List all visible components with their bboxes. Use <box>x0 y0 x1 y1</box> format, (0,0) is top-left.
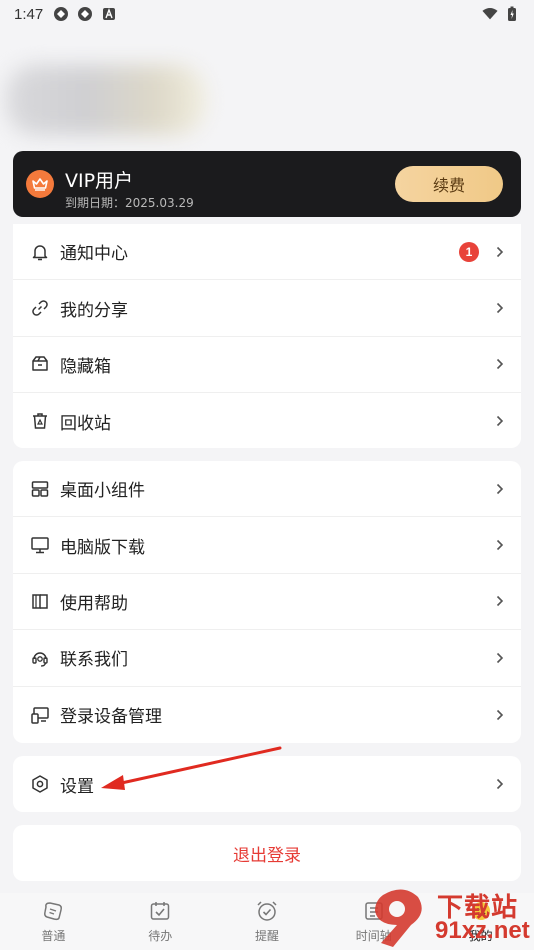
menu-label: 设置 <box>60 776 94 797</box>
watermark-text-bottom: 91xz.net <box>435 917 530 944</box>
menu-item-help[interactable]: 使用帮助 <box>13 574 521 631</box>
menu-item-contact-us[interactable]: 联系我们 <box>13 630 521 687</box>
menu-group-1: 通知中心 1 我的分享 隐藏箱 回收站 <box>13 224 521 448</box>
vip-card[interactable]: VIP用户 到期日期：2025.03.29 续费 <box>13 151 521 217</box>
menu-item-my-shares[interactable]: 我的分享 <box>13 280 521 337</box>
chevron-right-icon <box>495 482 505 496</box>
avatar-blurred <box>6 65 206 135</box>
menu-label: 登录设备管理 <box>60 707 162 728</box>
bell-icon <box>30 242 50 262</box>
logout-card[interactable]: 退出登录 <box>13 825 521 881</box>
recycle-bin-icon <box>30 411 50 431</box>
unread-count-badge: 1 <box>459 241 479 262</box>
note-icon <box>41 899 65 923</box>
status-time: 1:47 <box>14 5 44 23</box>
renew-button[interactable]: 续费 <box>395 166 503 202</box>
monitor-icon <box>30 535 50 555</box>
link-icon <box>30 298 50 318</box>
chevron-right-icon <box>495 594 505 608</box>
menu-item-recycle-bin[interactable]: 回收站 <box>13 393 521 448</box>
chevron-right-icon <box>495 708 505 722</box>
menu-label: 我的分享 <box>60 300 128 321</box>
chevron-right-icon <box>495 538 505 552</box>
menu-label: 联系我们 <box>60 650 128 671</box>
annotation-arrow <box>101 746 282 790</box>
menu-item-notification-center[interactable]: 通知中心 1 <box>13 224 521 281</box>
nav-label: 待办 <box>148 929 173 943</box>
chevron-right-icon <box>495 651 505 665</box>
vip-title: VIP用户 <box>65 170 134 192</box>
menu-label: 电脑版下载 <box>60 537 145 558</box>
box-icon <box>30 354 50 374</box>
hexagon-gear-icon <box>30 774 50 794</box>
vip-expire-date: 到期日期：2025.03.29 <box>65 196 194 210</box>
nav-label: 普通 <box>41 929 66 943</box>
menu-item-desktop-widget[interactable]: 桌面小组件 <box>13 461 521 518</box>
chevron-right-icon <box>495 245 505 259</box>
logout-button[interactable]: 退出登录 <box>233 841 301 866</box>
watermark-logo <box>375 889 422 947</box>
profile-header-blurred[interactable] <box>6 55 216 145</box>
device-icon <box>30 705 50 725</box>
book-icon <box>30 591 50 611</box>
menu-item-device-management[interactable]: 登录设备管理 <box>13 687 521 743</box>
app-notification-icon-2 <box>77 6 93 22</box>
menu-label: 桌面小组件 <box>60 481 145 502</box>
calendar-check-icon <box>148 899 172 923</box>
menu-item-hidden-box[interactable]: 隐藏箱 <box>13 337 521 394</box>
chevron-right-icon <box>495 357 505 371</box>
keyboard-a-icon <box>101 6 117 22</box>
menu-label: 使用帮助 <box>60 593 128 614</box>
menu-label: 通知中心 <box>60 244 128 265</box>
chevron-right-icon <box>495 414 505 428</box>
nav-tab-reminder[interactable]: 提醒 <box>214 893 321 950</box>
nav-label: 提醒 <box>254 929 279 943</box>
nav-tab-todo[interactable]: 待办 <box>107 893 214 950</box>
menu-group-2: 桌面小组件 电脑版下载 使用帮助 联系我们 登录设备管理 <box>13 461 521 743</box>
site-watermark: 下载站 91xz.net <box>355 885 534 950</box>
headset-icon <box>30 648 50 668</box>
widget-icon <box>30 479 50 499</box>
menu-label: 回收站 <box>60 413 111 434</box>
battery-icon <box>504 6 520 22</box>
wifi-icon <box>482 6 498 22</box>
status-bar: 1:47 <box>0 0 534 28</box>
menu-label: 隐藏箱 <box>60 356 111 377</box>
menu-item-pc-download[interactable]: 电脑版下载 <box>13 517 521 574</box>
nav-tab-normal[interactable]: 普通 <box>0 893 107 950</box>
crown-icon <box>26 170 54 198</box>
app-notification-icon <box>53 6 69 22</box>
chevron-right-icon <box>495 301 505 315</box>
alarm-icon <box>255 899 279 923</box>
chevron-right-icon <box>495 777 505 791</box>
